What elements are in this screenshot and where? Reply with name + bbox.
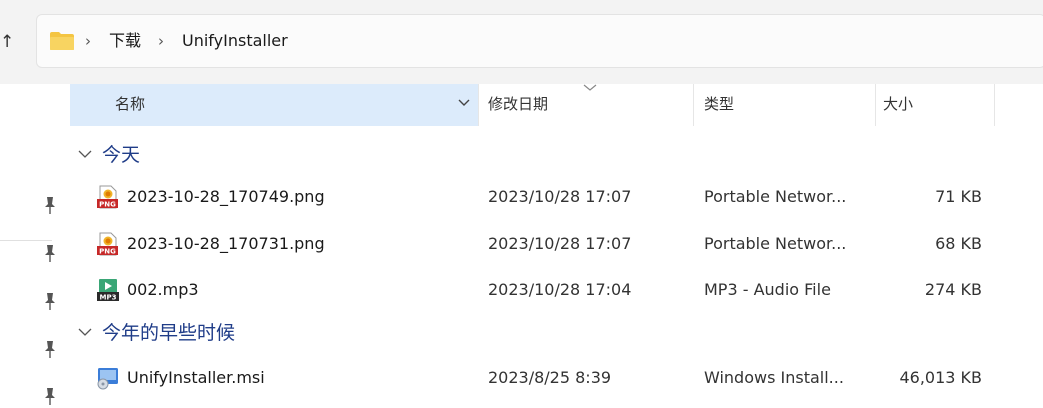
- png-file-icon: PNG: [97, 232, 118, 256]
- column-header-date-modified[interactable]: 修改日期: [488, 93, 548, 115]
- file-size: 71 KB: [935, 187, 982, 206]
- address-bar[interactable]: › 下载 › UnifyInstaller: [36, 14, 1043, 68]
- group-title: 今天: [102, 144, 141, 166]
- sort-descending-icon: [583, 84, 597, 91]
- pin-icon[interactable]: [40, 195, 60, 217]
- arrow-up-icon[interactable]: ↑: [0, 30, 14, 54]
- pin-icon[interactable]: [40, 291, 60, 313]
- file-name: UnifyInstaller.msi: [127, 368, 265, 387]
- file-type: MP3 - Audio File: [704, 280, 831, 299]
- file-type: Windows Install...: [704, 368, 844, 387]
- svg-text:PNG: PNG: [99, 201, 116, 209]
- column-separator[interactable]: [875, 84, 876, 126]
- breadcrumb-separator-icon: ›: [85, 32, 91, 50]
- breadcrumb-separator-icon: ›: [158, 32, 164, 50]
- msi-file-icon: [97, 368, 118, 390]
- file-type: Portable Networ...: [704, 187, 847, 206]
- chevron-down-icon[interactable]: [78, 150, 92, 159]
- file-name: 2023-10-28_170749.png: [127, 187, 325, 206]
- sidebar-divider: [0, 240, 52, 241]
- chevron-down-icon[interactable]: [458, 99, 470, 107]
- file-date: 2023/10/28 17:07: [488, 234, 632, 253]
- column-header: 名称 修改日期 类型 大小: [70, 84, 1043, 126]
- column-label-name: 名称: [115, 95, 146, 113]
- file-row[interactable]: PNG 2023-10-28_170749.png 2023/10/28 17:…: [70, 175, 1043, 219]
- folder-icon: [50, 32, 74, 50]
- column-separator[interactable]: [994, 84, 995, 126]
- pin-icon[interactable]: [40, 243, 60, 265]
- svg-text:MP3: MP3: [100, 294, 117, 302]
- column-header-size[interactable]: 大小: [883, 93, 913, 115]
- file-size: 68 KB: [935, 234, 982, 253]
- breadcrumb-downloads[interactable]: 下载: [109, 29, 141, 53]
- column-header-type[interactable]: 类型: [704, 93, 734, 115]
- pin-icon[interactable]: [40, 386, 60, 408]
- file-name: 2023-10-28_170731.png: [127, 234, 325, 253]
- file-row[interactable]: UnifyInstaller.msi 2023/8/25 8:39 Window…: [70, 356, 1043, 400]
- column-separator[interactable]: [478, 84, 479, 126]
- file-row[interactable]: PNG 2023-10-28_170731.png 2023/10/28 17:…: [70, 222, 1043, 266]
- mp3-file-icon: MP3: [97, 279, 119, 302]
- group-title: 今年的早些时候: [102, 322, 236, 344]
- breadcrumb-unifyinstaller[interactable]: UnifyInstaller: [182, 29, 288, 53]
- svg-text:PNG: PNG: [99, 248, 116, 256]
- column-separator[interactable]: [693, 84, 694, 126]
- png-file-icon: PNG: [97, 185, 118, 209]
- file-date: 2023/10/28 17:07: [488, 187, 632, 206]
- file-row[interactable]: MP3 002.mp3 2023/10/28 17:04 MP3 - Audio…: [70, 268, 1043, 312]
- navigation-bar: ↑ › 下载 › UnifyInstaller: [0, 0, 1043, 84]
- file-date: 2023/8/25 8:39: [488, 368, 612, 387]
- pin-icon[interactable]: [40, 339, 60, 361]
- file-type: Portable Networ...: [704, 234, 847, 253]
- chevron-down-icon[interactable]: [78, 328, 92, 337]
- file-date: 2023/10/28 17:04: [488, 280, 632, 299]
- file-size: 274 KB: [924, 280, 982, 299]
- file-size: 46,013 KB: [899, 368, 982, 387]
- file-name: 002.mp3: [127, 280, 199, 299]
